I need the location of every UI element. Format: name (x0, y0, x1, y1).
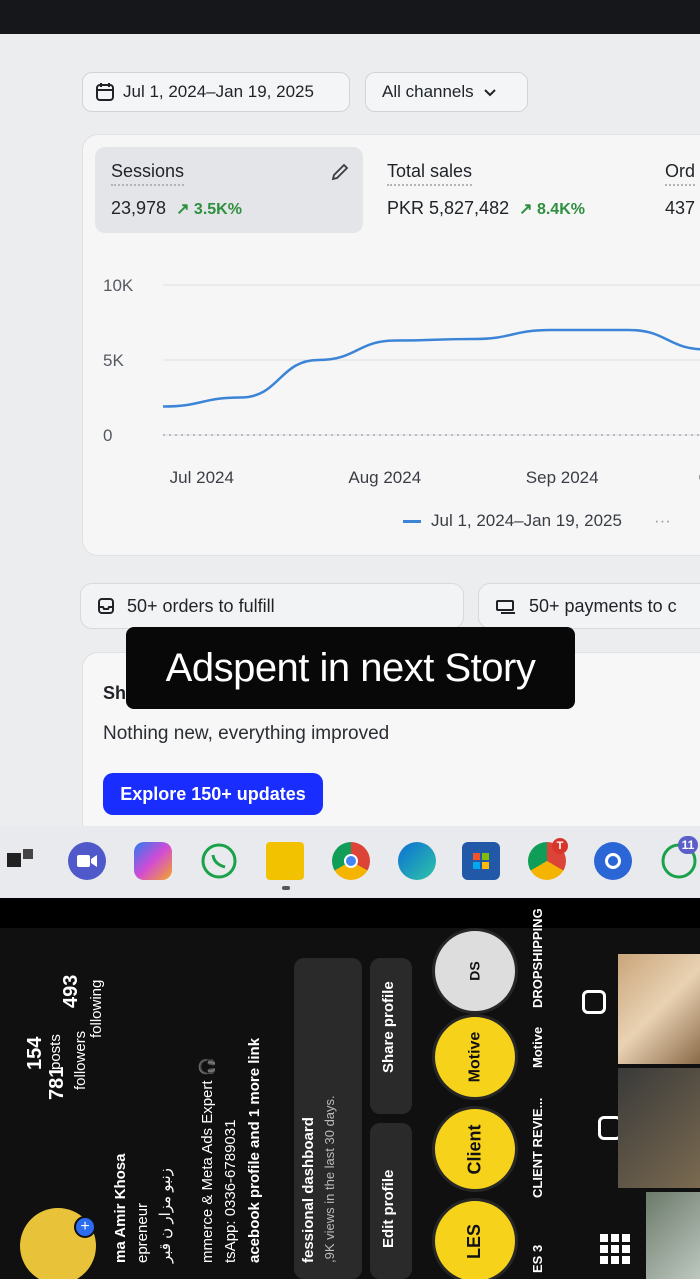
chrome-profile-icon[interactable]: T (528, 838, 568, 880)
inbox-icon (98, 598, 114, 614)
channels-dropdown[interactable]: All channels (365, 72, 528, 112)
y-tick-label: 5K (103, 351, 124, 370)
highlight-label: ES 3 (530, 1244, 545, 1273)
updates-title: Sh (103, 683, 127, 703)
sessions-series-line (162, 328, 700, 408)
date-range-button[interactable]: Jul 1, 2024–Jan 19, 2025 (82, 72, 350, 112)
highlight-les[interactable]: LES (432, 1198, 518, 1279)
bio-name: ma Amir Khosa (112, 1153, 129, 1263)
post-thumbnail[interactable] (646, 1192, 700, 1279)
chrome-remote-icon[interactable] (594, 842, 632, 880)
grid-tab-icon[interactable] (600, 1234, 630, 1264)
share-profile-label: Share profile (380, 981, 397, 1073)
metric-value: PKR 5,827,482 (387, 198, 510, 218)
cash-icon (496, 600, 515, 614)
orders-to-fulfill-pill[interactable]: 50+ orders to fulfill (80, 583, 464, 629)
notification-badge: 11 (678, 836, 698, 854)
dashboard-subtitle: ,9K views in the last 30 days. (322, 1095, 337, 1263)
teams-icon[interactable] (68, 842, 106, 880)
stat-followers[interactable]: 781 (46, 1067, 69, 1100)
bio-line: زنبو مزار ن قبر (157, 1168, 174, 1263)
x-tick-label: Jul 2024 (170, 468, 234, 487)
sessions-chart: 10K5K0Jul 2024Aug 2024Sep 2024Oct (103, 276, 700, 487)
metric-label: Ord (665, 161, 696, 186)
legend-more: ··· (653, 511, 671, 530)
metric-value: 23,978 (111, 198, 167, 218)
stat-followers-label: followers (72, 1030, 89, 1090)
bio-line: mmerce & Meta Ads Expert 🎧 (199, 1057, 216, 1263)
y-tick-label: 0 (103, 426, 112, 445)
highlight-client[interactable]: Client (432, 1106, 518, 1192)
stat-following[interactable]: 493 (60, 975, 83, 1008)
phone-instagram-profile: 154 posts 781 followers 493 following + … (0, 898, 700, 1279)
whatsapp-business-icon[interactable]: 11 (660, 836, 698, 880)
bio-link[interactable]: acebook profile and 1 more link (246, 1038, 263, 1263)
post-thumbnail[interactable] (618, 954, 700, 1064)
payments-pill-label: 50+ payments to c (529, 595, 677, 616)
stat-posts[interactable]: 154 posts (24, 1034, 64, 1070)
metric-change: ↗ 3.5K% (176, 201, 242, 218)
updates-subtitle: Nothing new, everything improved (103, 723, 390, 744)
avatar[interactable]: + (20, 1208, 96, 1279)
chevron-down-icon (483, 89, 496, 97)
start-icon[interactable] (2, 842, 40, 880)
highlight-label: CLIENT REVIE... (530, 1097, 545, 1198)
y-tick-label: 10K (103, 276, 134, 295)
metric-label: Sessions (111, 161, 185, 186)
metric-total-sales[interactable]: Total sales PKR 5,827,482 ↗ 8.4K% (371, 147, 651, 233)
orders-pill-label: 50+ orders to fulfill (127, 595, 275, 616)
active-app-indicator (282, 886, 290, 890)
edge-icon[interactable] (398, 842, 436, 880)
highlight-dropshipping[interactable]: DS (432, 928, 518, 1014)
date-range-label: Jul 1, 2024–Jan 19, 2025 (123, 82, 314, 101)
profile-badge: T (552, 838, 568, 854)
bio-line: epreneur (134, 1202, 151, 1263)
whatsapp-icon[interactable] (200, 842, 238, 880)
x-tick-label: Sep 2024 (526, 468, 599, 487)
store-icon[interactable] (462, 842, 500, 880)
chart-legend: Jul 1, 2024–Jan 19, 2025 ··· (403, 511, 671, 531)
metric-value: 437 (665, 198, 696, 218)
metric-label: Total sales (387, 161, 473, 186)
payments-pill[interactable]: 50+ payments to c (478, 583, 700, 629)
metric-change: ↗ 8.4K% (519, 201, 585, 218)
story-text-overlay: Adspent in next Story (126, 627, 575, 709)
highlight-motive[interactable]: Motive (432, 1014, 518, 1100)
taskbar: T 11 (0, 826, 700, 898)
metric-sessions[interactable]: Sessions 23,978 ↗ 3.5K% (95, 147, 363, 233)
channels-label: All channels (382, 82, 474, 101)
copilot-icon[interactable] (134, 842, 172, 880)
dashboard-title: fessional dashboard (300, 1117, 317, 1263)
chrome-icon[interactable] (332, 842, 370, 880)
instagram-profile-screen: 154 posts 781 followers 493 following + … (0, 908, 700, 1279)
monitor-bezel (0, 0, 700, 34)
highlight-label: DROPSHIPPING (530, 908, 545, 1008)
stat-following-label: following (88, 979, 105, 1038)
x-tick-label: Aug 2024 (348, 468, 421, 487)
bio-line: tsApp: 0336-6789031 (222, 1119, 239, 1263)
tagged-tab-icon[interactable] (582, 990, 606, 1014)
metric-orders[interactable]: Ord 437 (649, 147, 700, 233)
legend-swatch (403, 519, 421, 523)
metrics-card: Sessions 23,978 ↗ 3.5K% Total sales PKR … (82, 134, 700, 556)
edit-profile-label: Edit profile (380, 1169, 397, 1248)
highlight-label: Motive (530, 1026, 545, 1068)
explore-updates-button[interactable]: Explore 150+ updates (103, 773, 323, 815)
pencil-icon[interactable] (329, 161, 351, 183)
calendar-icon (96, 83, 114, 101)
legend-label: Jul 1, 2024–Jan 19, 2025 (431, 511, 622, 530)
add-story-icon[interactable]: + (74, 1216, 96, 1238)
file-explorer-icon[interactable] (266, 842, 304, 880)
post-thumbnail[interactable] (618, 1068, 700, 1188)
